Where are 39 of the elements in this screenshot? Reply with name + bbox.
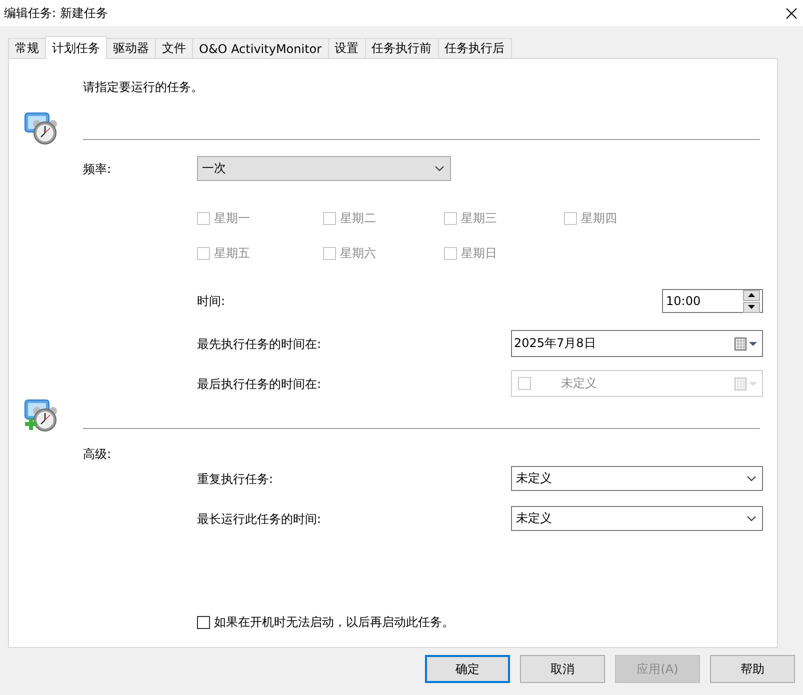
tab[interactable]: 任务执行后 <box>438 38 512 58</box>
time-spinner[interactable]: 10:00 <box>662 289 763 313</box>
dialog-button[interactable]: 确定 <box>425 655 510 683</box>
weekday-label: 星期日 <box>461 244 497 262</box>
weekday-label: 星期四 <box>581 210 617 226</box>
last-run-label: 最后执行任务的时间在: <box>197 376 322 392</box>
frequency-dropdown[interactable]: 一次 <box>197 156 451 181</box>
weekday-label: 星期五 <box>214 244 250 262</box>
time-label: 时间: <box>197 293 226 309</box>
instruction-text: 请指定要运行的任务。 <box>83 79 204 95</box>
date-picker[interactable]: 2025年7月8日 <box>511 330 763 357</box>
close-icon[interactable] <box>786 8 797 18</box>
tab[interactable]: 常规 <box>8 38 46 58</box>
chevron-down-icon <box>747 516 756 522</box>
calendar-dropdown-icon[interactable] <box>734 336 758 350</box>
chevron-down-icon <box>435 166 444 172</box>
max-duration-label: 最长运行此任务的时间: <box>197 510 322 526</box>
max-duration-dropdown[interactable]: 未定义 <box>511 506 763 531</box>
repeat-label: 重复执行任务: <box>197 470 274 486</box>
tab[interactable]: O&O ActivityMonitor <box>192 38 329 58</box>
tab[interactable]: 计划任务 <box>45 36 107 59</box>
weekday-label: 星期六 <box>340 244 376 262</box>
frequency-label: 频率: <box>83 160 112 176</box>
chevron-down-icon <box>747 476 756 482</box>
first-run-label: 最先执行任务的时间在: <box>197 336 322 352</box>
weekday-label: 星期一 <box>214 210 250 226</box>
dialog-button[interactable]: 帮助 <box>710 655 795 683</box>
weekday-label: 星期二 <box>340 210 376 226</box>
advanced-heading: 高级: <box>83 446 112 462</box>
spin-up-icon[interactable] <box>743 290 760 300</box>
dialog-button[interactable]: 取消 <box>520 655 605 683</box>
checkbox[interactable] <box>197 616 210 628</box>
clock-icon <box>24 111 58 145</box>
weekday-label: 星期三 <box>461 210 497 226</box>
add-clock-icon <box>24 398 58 432</box>
spin-down-icon[interactable] <box>743 302 760 312</box>
repeat-dropdown[interactable]: 未定义 <box>511 466 763 491</box>
window-title: 编辑任务: 新建任务 <box>4 4 108 22</box>
catch-up-label: 如果在开机时无法启动，以后再启动此任务。 <box>214 614 454 630</box>
